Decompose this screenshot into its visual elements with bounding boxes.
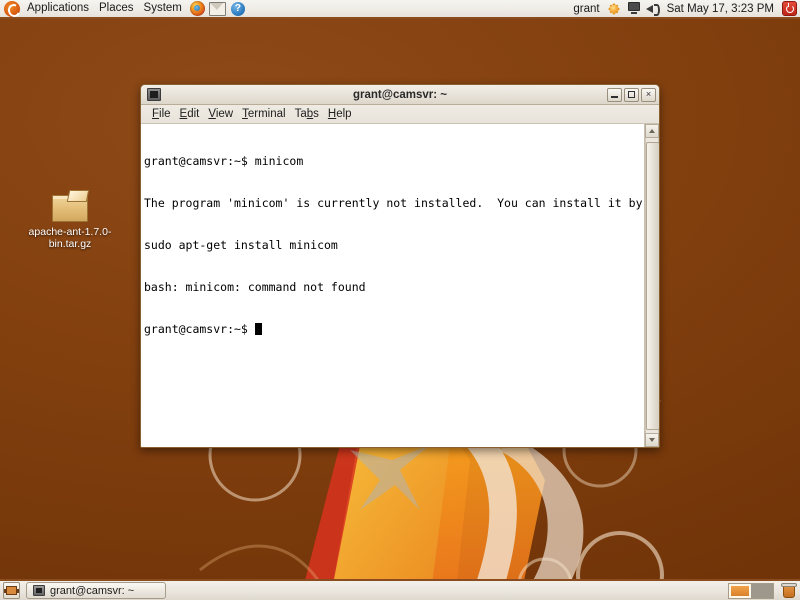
terminal-line: sudo apt-get install minicom bbox=[144, 238, 338, 252]
ubuntu-logo-icon[interactable] bbox=[4, 0, 20, 17]
top-panel-left: Applications Places System ? bbox=[0, 0, 248, 17]
window-titlebar[interactable]: grant@camsvr: ~ × bbox=[141, 85, 659, 105]
update-sun-icon[interactable] bbox=[605, 0, 623, 17]
bottom-panel-right bbox=[728, 582, 797, 599]
menu-view[interactable]: View bbox=[206, 107, 240, 121]
scrollbar-thumb[interactable] bbox=[646, 142, 659, 430]
workspace-switcher[interactable] bbox=[728, 582, 774, 599]
terminal-scrollbar[interactable] bbox=[644, 124, 659, 447]
terminal-cursor bbox=[254, 323, 262, 335]
terminal-prompt-line: grant@camsvr:~$ bbox=[144, 322, 644, 336]
volume-speaker-icon[interactable] bbox=[645, 0, 663, 17]
bottom-panel: grant@camsvr: ~ bbox=[0, 579, 800, 600]
menu-tabs[interactable]: Tabs bbox=[293, 107, 326, 121]
help-icon-glyph: ? bbox=[230, 1, 245, 16]
menu-help[interactable]: Help bbox=[326, 107, 359, 121]
terminal-window[interactable]: grant@camsvr: ~ × File Edit View Termina… bbox=[140, 84, 660, 448]
power-icon[interactable] bbox=[782, 1, 797, 16]
taskbar-item-terminal[interactable]: grant@camsvr: ~ bbox=[26, 582, 166, 599]
menu-edit[interactable]: Edit bbox=[178, 107, 207, 121]
window-title: grant@camsvr: ~ bbox=[353, 88, 447, 101]
show-desktop-icon[interactable] bbox=[3, 582, 20, 599]
minimize-button[interactable] bbox=[607, 87, 622, 102]
trash-icon[interactable] bbox=[781, 582, 797, 599]
user-name-label[interactable]: grant bbox=[569, 3, 603, 15]
display-monitor-icon[interactable] bbox=[625, 0, 643, 17]
menu-file[interactable]: File bbox=[150, 107, 178, 121]
firefox-icon[interactable] bbox=[189, 0, 207, 17]
terminal-icon bbox=[33, 585, 45, 596]
taskbar-item-label: grant@camsvr: ~ bbox=[50, 584, 135, 597]
close-button[interactable]: × bbox=[641, 87, 656, 102]
help-icon[interactable]: ? bbox=[229, 0, 247, 17]
terminal-line: The program 'minicom' is currently not i… bbox=[144, 196, 644, 210]
top-panel: Applications Places System ? grant Sat M… bbox=[0, 0, 800, 19]
terminal-icon bbox=[147, 88, 161, 101]
clock-label[interactable]: Sat May 17, 3:23 PM bbox=[664, 3, 779, 15]
scroll-down-button[interactable] bbox=[645, 433, 659, 447]
top-panel-right: grant Sat May 17, 3:23 PM bbox=[569, 0, 800, 17]
archive-package-icon bbox=[52, 190, 90, 222]
scroll-up-button[interactable] bbox=[645, 124, 659, 138]
menu-applications[interactable]: Applications bbox=[23, 1, 95, 16]
terminal-body[interactable]: grant@camsvr:~$ minicom The program 'min… bbox=[141, 124, 659, 447]
desktop-screen: apache-ant-1.7.0-bin.tar.gz Applications… bbox=[0, 0, 800, 600]
menu-terminal[interactable]: Terminal bbox=[240, 107, 292, 121]
window-menubar: File Edit View Terminal Tabs Help bbox=[141, 105, 659, 124]
menu-system[interactable]: System bbox=[140, 1, 188, 16]
terminal-line: grant@camsvr:~$ minicom bbox=[144, 154, 304, 168]
scrollbar-track[interactable] bbox=[645, 138, 659, 433]
menu-places[interactable]: Places bbox=[95, 1, 140, 16]
terminal-prompt: grant@camsvr:~$ bbox=[144, 322, 255, 336]
desktop-icon-archive[interactable]: apache-ant-1.7.0-bin.tar.gz bbox=[22, 190, 118, 250]
workspace-1[interactable] bbox=[729, 583, 751, 598]
mail-icon[interactable] bbox=[209, 0, 227, 17]
terminal-line: bash: minicom: command not found bbox=[144, 280, 366, 294]
desktop-icon-label: apache-ant-1.7.0-bin.tar.gz bbox=[28, 226, 112, 250]
window-controls: × bbox=[607, 87, 656, 102]
maximize-button[interactable] bbox=[624, 87, 639, 102]
workspace-2[interactable] bbox=[751, 583, 773, 598]
terminal-output[interactable]: grant@camsvr:~$ minicom The program 'min… bbox=[141, 124, 644, 447]
